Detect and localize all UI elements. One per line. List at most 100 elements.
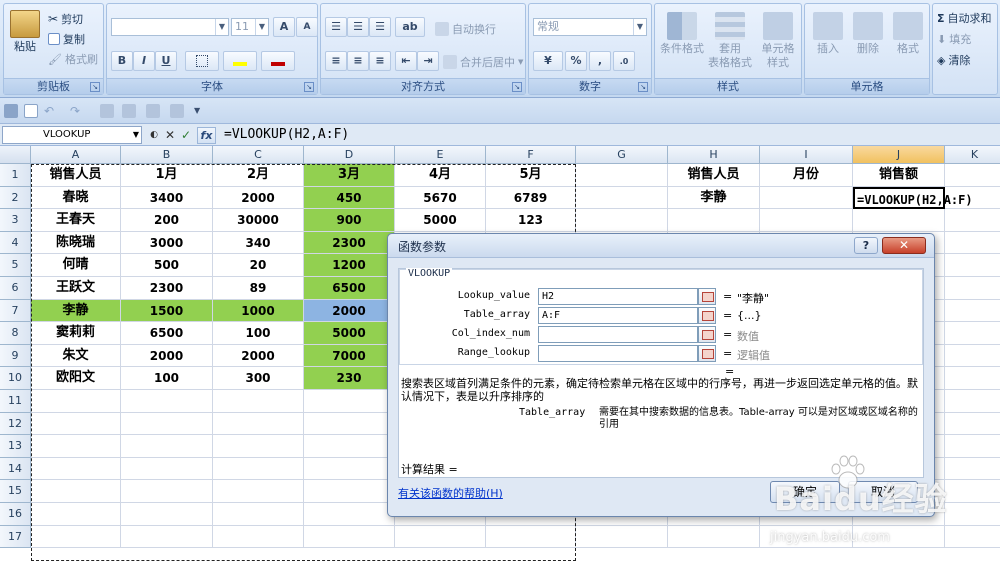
clear-button[interactable]: ◈ 清除 [937, 52, 970, 68]
customize-dropdown-icon[interactable]: ▼ [194, 104, 208, 118]
cell-g3[interactable] [576, 209, 668, 232]
cell-d11[interactable] [304, 390, 395, 413]
collapse-dialog-icon[interactable] [698, 307, 716, 324]
comma-button[interactable]: , [589, 51, 611, 71]
cell-a2[interactable]: 春晓 [31, 186, 121, 210]
cell-a9[interactable]: 朱文 [31, 344, 121, 368]
print-icon[interactable] [170, 104, 184, 118]
dialog-close-button[interactable]: ✕ [882, 237, 926, 254]
font-color-button[interactable] [261, 51, 295, 71]
align-top-button[interactable]: ☰ [325, 17, 347, 37]
cell-c13[interactable] [213, 435, 304, 458]
autosum-button[interactable]: Σ 自动求和 [937, 10, 992, 26]
enter-formula-button[interactable]: ✓ [178, 127, 194, 143]
decrease-indent-button[interactable]: ⇤ [395, 51, 417, 71]
format-button[interactable]: 格式 [889, 12, 927, 56]
cell-c14[interactable] [213, 457, 304, 481]
cell-a12[interactable] [31, 412, 121, 436]
row-header-16[interactable]: 16 [0, 503, 31, 526]
cell-b9[interactable]: 2000 [121, 344, 213, 368]
cell-f2[interactable]: 6789 [486, 186, 576, 210]
percent-button[interactable]: % [565, 51, 587, 71]
cell-d4[interactable]: 2300 [304, 231, 395, 255]
cell-a15[interactable] [31, 480, 121, 503]
cell-h3[interactable] [668, 209, 760, 232]
ok-button[interactable]: 确定 [770, 481, 840, 503]
cell-e2[interactable]: 5670 [395, 186, 486, 210]
cell-c3[interactable]: 30000 [213, 209, 304, 232]
cancel-formula-button[interactable]: ✕ [162, 127, 178, 143]
cell-c16[interactable] [213, 503, 304, 526]
cell-k10[interactable] [945, 367, 1000, 390]
cell-d1[interactable]: 3月 [304, 164, 395, 187]
cell-d16[interactable] [304, 503, 395, 526]
cell-d17[interactable] [304, 525, 395, 549]
fill-color-button[interactable] [223, 51, 257, 71]
row-header-15[interactable]: 15 [0, 480, 31, 503]
cell-a8[interactable]: 窦莉莉 [31, 322, 121, 345]
row-header-2[interactable]: 2 [0, 186, 31, 210]
font-name-combo[interactable]: ▼ [111, 18, 229, 36]
number-launcher-icon[interactable]: ↘ [638, 82, 648, 92]
border-button[interactable] [185, 51, 219, 71]
currency-button[interactable]: ¥ [533, 51, 563, 71]
cell-f17[interactable] [486, 525, 576, 549]
row-header-4[interactable]: 4 [0, 231, 31, 255]
arg-input-range-lookup[interactable] [538, 345, 698, 362]
cell-k15[interactable] [945, 480, 1000, 503]
cell-d8[interactable]: 5000 [304, 322, 395, 345]
function-dropdown-icon[interactable]: ◐ [146, 127, 162, 143]
column-header-g[interactable]: G [576, 146, 668, 164]
grow-font-button[interactable]: A [273, 17, 295, 37]
column-header-k[interactable]: K [945, 146, 1000, 164]
cell-c2[interactable]: 2000 [213, 186, 304, 210]
collapse-dialog-icon[interactable] [698, 345, 716, 362]
alignment-launcher-icon[interactable]: ↘ [512, 82, 522, 92]
cell-c15[interactable] [213, 480, 304, 503]
cell-k14[interactable] [945, 458, 1000, 481]
cell-d9[interactable]: 7000 [304, 344, 395, 368]
row-header-8[interactable]: 8 [0, 322, 31, 345]
cell-a11[interactable] [31, 390, 121, 413]
row-header-3[interactable]: 3 [0, 209, 31, 232]
cell-a7[interactable]: 李静 [31, 299, 121, 323]
cell-k17[interactable] [945, 526, 1000, 549]
cell-j3[interactable] [853, 209, 945, 232]
column-header-f[interactable]: F [486, 146, 576, 164]
increase-decimal-button[interactable]: .0 [613, 51, 635, 71]
cell-e17[interactable] [395, 525, 486, 549]
cell-j17[interactable] [853, 525, 945, 549]
italic-button[interactable]: I [133, 51, 155, 71]
align-left-button[interactable]: ≡ [325, 51, 347, 71]
cell-g1[interactable] [576, 164, 668, 187]
cell-k3[interactable] [945, 209, 1000, 232]
cell-styles-button[interactable]: 单元格 样式 [755, 12, 801, 70]
arg-input-table-array[interactable]: A:F [538, 307, 698, 324]
cell-i17[interactable] [760, 525, 853, 549]
wrap-text-button[interactable]: 自动换行 [435, 21, 496, 37]
merge-center-button[interactable]: 合并后居中 ▼ [443, 54, 523, 70]
delete-button[interactable]: 删除 [849, 12, 887, 56]
cell-d12[interactable] [304, 412, 395, 436]
cell-e3[interactable]: 5000 [395, 209, 486, 232]
format-as-table-button[interactable]: 套用 表格格式 [707, 12, 753, 70]
clipboard-launcher-icon[interactable]: ↘ [90, 82, 100, 92]
cell-i2[interactable] [760, 186, 853, 210]
cell-k4[interactable] [945, 232, 1000, 255]
cell-b6[interactable]: 2300 [121, 277, 213, 300]
cell-b10[interactable]: 100 [121, 367, 213, 390]
cell-d15[interactable] [304, 480, 395, 503]
cell-f1[interactable]: 5月 [486, 164, 576, 187]
cell-a16[interactable] [31, 503, 121, 526]
cell-h1[interactable]: 销售人员 [668, 164, 760, 187]
cell-g17[interactable] [576, 525, 668, 549]
align-middle-button[interactable]: ☰ [347, 17, 369, 37]
increase-indent-button[interactable]: ⇥ [417, 51, 439, 71]
align-right-button[interactable]: ≡ [369, 51, 391, 71]
cell-h2[interactable]: 李静 [668, 186, 760, 210]
cell-a1[interactable]: 销售人员 [31, 164, 121, 187]
cell-d13[interactable] [304, 435, 395, 458]
row-header-13[interactable]: 13 [0, 435, 31, 458]
cell-b13[interactable] [121, 435, 213, 458]
cell-b15[interactable] [121, 480, 213, 503]
